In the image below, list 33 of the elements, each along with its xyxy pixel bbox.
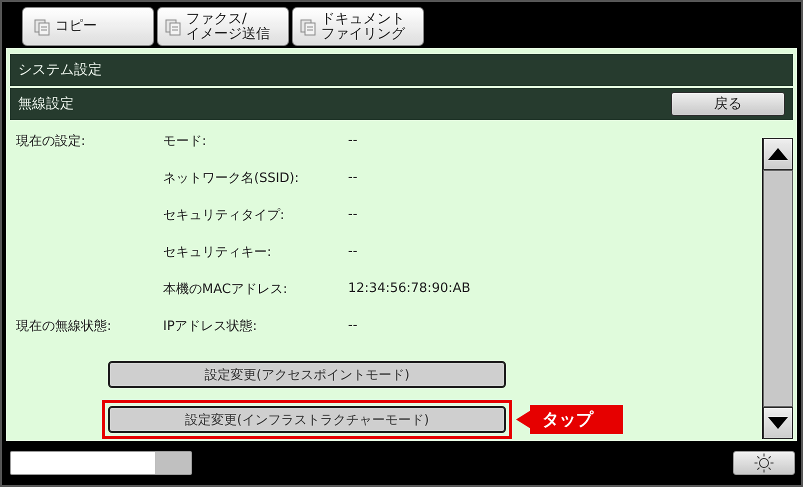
setting-name: セキュリティタイプ: — [163, 208, 284, 222]
breadcrumb: システム設定 — [18, 61, 102, 79]
setting-value: 12:34:56:78:90:AB — [348, 281, 470, 296]
up-triangle-icon — [768, 148, 788, 160]
group-label: 現在の無線状態: — [16, 318, 112, 334]
scrollbar[interactable] — [762, 138, 793, 439]
scroll-down-button[interactable] — [763, 407, 793, 439]
setting-name: ネットワーク名(SSID): — [163, 170, 299, 186]
back-button[interactable]: 戻る — [671, 92, 785, 116]
setting-value: -- — [348, 170, 358, 185]
callout: タップ — [516, 405, 623, 434]
setting-value: -- — [348, 244, 358, 259]
group-label: 現在の設定: — [16, 134, 86, 148]
setting-name: モード: — [163, 134, 206, 148]
document-icon — [33, 18, 51, 36]
document-icon — [299, 18, 317, 36]
down-triangle-icon — [768, 417, 788, 429]
sun-icon — [754, 453, 774, 473]
document-icon — [164, 18, 182, 36]
scroll-up-button[interactable] — [763, 138, 793, 170]
tab[interactable]: ドキュメント ファイリング — [292, 7, 424, 46]
setting-name: IPアドレス状態: — [163, 318, 258, 334]
brightness-button[interactable] — [733, 451, 795, 475]
tab[interactable]: ファクス/ イメージ送信 — [157, 7, 289, 46]
setting-name: 本機のMACアドレス: — [163, 282, 288, 296]
setting-value: -- — [348, 318, 358, 333]
setting-name: セキュリティキー: — [163, 244, 272, 260]
mode-button[interactable]: 設定変更(アクセスポイントモード) — [108, 361, 506, 388]
setting-value: -- — [348, 207, 358, 222]
mode-button[interactable]: 設定変更(インフラストラクチャーモード) — [108, 406, 506, 433]
screen-title: 無線設定 — [18, 95, 74, 113]
tab[interactable]: コピー — [22, 7, 154, 46]
setting-value: -- — [348, 133, 358, 148]
